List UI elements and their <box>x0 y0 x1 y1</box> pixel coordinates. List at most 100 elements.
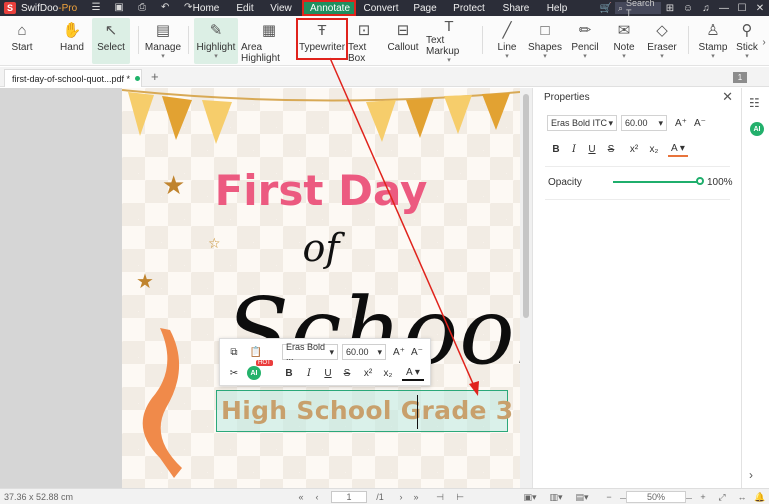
note-button[interactable]: ✉ Note ▾ <box>612 18 636 64</box>
maximize-icon[interactable]: ☐ <box>733 0 751 16</box>
zoom-in-icon[interactable]: + <box>698 491 708 503</box>
manage-button[interactable]: ▤ Manage ▾ <box>144 18 182 64</box>
ai-assistant-icon[interactable]: AI <box>750 122 764 136</box>
pencil-button[interactable]: ✏ Pencil ▾ <box>571 18 599 64</box>
close-icon[interactable]: ✕ <box>722 89 733 105</box>
document-tab-title: first-day-of-school-quot...pdf * <box>12 73 131 84</box>
properties-size-select[interactable]: 60.00 ▾ <box>621 115 667 131</box>
menu-help[interactable]: Help <box>538 0 576 16</box>
strikethrough-icon[interactable]: S <box>604 141 618 157</box>
italic-icon[interactable]: I <box>567 141 581 157</box>
subscript-icon[interactable]: x₂ <box>381 365 395 381</box>
decrease-font-icon[interactable]: A⁻ <box>410 344 424 360</box>
strikethrough-icon[interactable]: S <box>340 365 354 381</box>
view-mode-single-icon[interactable]: ▣▾ <box>522 491 538 503</box>
start-button[interactable]: ⌂ Start <box>8 18 36 64</box>
menu-home[interactable]: Home <box>186 0 226 16</box>
scrollbar-thumb[interactable] <box>523 94 529 318</box>
settings-sliders-icon[interactable]: ☷ <box>749 96 760 110</box>
star-decoration: ★ <box>136 271 154 293</box>
font-color-icon[interactable]: A ▾ <box>668 141 688 157</box>
superscript-icon[interactable]: x² <box>361 365 375 381</box>
user-icon[interactable]: ☺ <box>679 0 697 16</box>
search-input[interactable]: ⌕ Search T <box>615 0 661 18</box>
ai-icon[interactable]: AI <box>247 366 261 380</box>
eraser-icon: ◇ <box>656 22 668 39</box>
fit-page-icon[interactable]: ⤢ <box>716 491 728 503</box>
toolbar-divider <box>482 26 483 54</box>
shapes-button[interactable]: □ Shapes ▾ <box>528 18 562 64</box>
previous-page-icon[interactable]: ‹ <box>312 491 322 503</box>
font-size-select[interactable]: 60.00 ▾ <box>342 344 386 360</box>
view-mode-scroll-icon[interactable]: ▤▾ <box>574 491 590 503</box>
cut-icon[interactable]: ✂ <box>227 365 241 381</box>
menu-protect[interactable]: Protect <box>444 0 494 16</box>
notification-icon[interactable]: 🔔 <box>754 491 766 503</box>
bold-icon[interactable]: B <box>549 141 563 157</box>
current-page-input[interactable]: 1 <box>331 491 367 503</box>
zoom-out-icon[interactable]: − <box>604 491 614 503</box>
menu-icon[interactable]: ☰ <box>89 2 103 14</box>
zoom-value[interactable]: 50% <box>626 491 686 503</box>
shapes-caret-icon: ▾ <box>543 53 547 60</box>
select-button[interactable]: ↖ Select <box>92 18 130 64</box>
fit-width-icon[interactable]: ↔ <box>736 491 748 503</box>
cart-icon[interactable]: 🛒 <box>597 0 615 16</box>
manage-caret-icon: ▾ <box>161 53 165 60</box>
line-button[interactable]: ╱ Line ▾ <box>496 18 518 64</box>
properties-font-select[interactable]: Eras Bold ITC ▾ <box>547 115 617 131</box>
document-tab[interactable]: first-day-of-school-quot...pdf * <box>4 69 142 87</box>
underline-icon[interactable]: U <box>585 141 599 157</box>
decrease-font-icon[interactable]: A⁻ <box>693 115 707 131</box>
vertical-scrollbar[interactable] <box>520 88 532 488</box>
print-icon[interactable]: ⎙ <box>135 2 149 14</box>
close-window-icon[interactable]: ✕ <box>751 0 769 16</box>
stamp-button[interactable]: ♙ Stamp ▾ <box>699 18 728 64</box>
area-highlight-button[interactable]: ▦ Area Highlight <box>241 18 297 64</box>
font-family-select[interactable]: Eras Bold ... ▾ <box>282 342 338 362</box>
app-logo-icon: S <box>4 2 16 14</box>
opacity-slider-track[interactable] <box>613 181 701 183</box>
page-back-icon[interactable]: ⊣ <box>434 491 446 503</box>
superscript-icon[interactable]: x² <box>627 141 641 157</box>
hand-button[interactable]: ✋ Hand <box>58 18 86 64</box>
paste-icon[interactable]: 📋 <box>249 345 263 359</box>
undo-icon[interactable]: ↶ <box>158 2 172 14</box>
menu-convert[interactable]: Convert <box>356 0 406 16</box>
underline-icon[interactable]: U <box>321 365 335 381</box>
copy-icon[interactable]: ⧉ <box>227 345 241 359</box>
callout-button[interactable]: ⊟ Callout <box>387 18 418 64</box>
increase-font-icon[interactable]: A⁺ <box>674 115 688 131</box>
last-page-icon[interactable]: » <box>411 491 421 503</box>
add-tab-icon[interactable]: + <box>151 69 159 84</box>
italic-icon[interactable]: I <box>302 365 316 381</box>
hand-label: Hand <box>60 42 84 53</box>
menu-page[interactable]: Page <box>406 0 444 16</box>
bag-icon[interactable]: ⊞ <box>661 0 679 16</box>
subscript-icon[interactable]: x₂ <box>647 141 661 157</box>
chevron-right-icon[interactable]: › <box>749 468 753 482</box>
stick-button[interactable]: ⚲ Stick ▾ <box>736 18 758 64</box>
stamp-caret-icon: ▾ <box>711 53 715 60</box>
menu-share[interactable]: Share <box>494 0 538 16</box>
font-color-icon[interactable]: A ▾ <box>402 365 424 381</box>
typewriter-text[interactable]: High School Grade 3 <box>221 396 514 425</box>
menu-view[interactable]: View <box>264 0 298 16</box>
minimize-icon[interactable]: — <box>715 0 733 16</box>
bell-icon[interactable]: ♫ <box>697 0 715 16</box>
view-mode-double-icon[interactable]: ▥▾ <box>548 491 564 503</box>
text-markup-button[interactable]: T Text Markup ▾ <box>426 18 472 64</box>
typewriter-text-box[interactable]: High School Grade 3 <box>216 390 513 432</box>
increase-font-icon[interactable]: A⁺ <box>392 344 406 360</box>
highlight-button[interactable]: ✎ Highlight ▾ <box>194 18 238 64</box>
bold-icon[interactable]: B <box>282 365 296 381</box>
first-page-icon[interactable]: « <box>296 491 306 503</box>
opacity-slider-thumb[interactable] <box>696 177 704 185</box>
page-forward-icon[interactable]: ⊢ <box>454 491 466 503</box>
next-page-icon[interactable]: › <box>396 491 406 503</box>
highlight-label: Highlight <box>196 42 236 53</box>
menu-edit[interactable]: Edit <box>226 0 264 16</box>
save-icon[interactable]: ▣ <box>112 2 126 14</box>
text-box-button[interactable]: ⊡ Text Box <box>348 18 380 64</box>
eraser-button[interactable]: ◇ Eraser ▾ <box>647 18 676 64</box>
